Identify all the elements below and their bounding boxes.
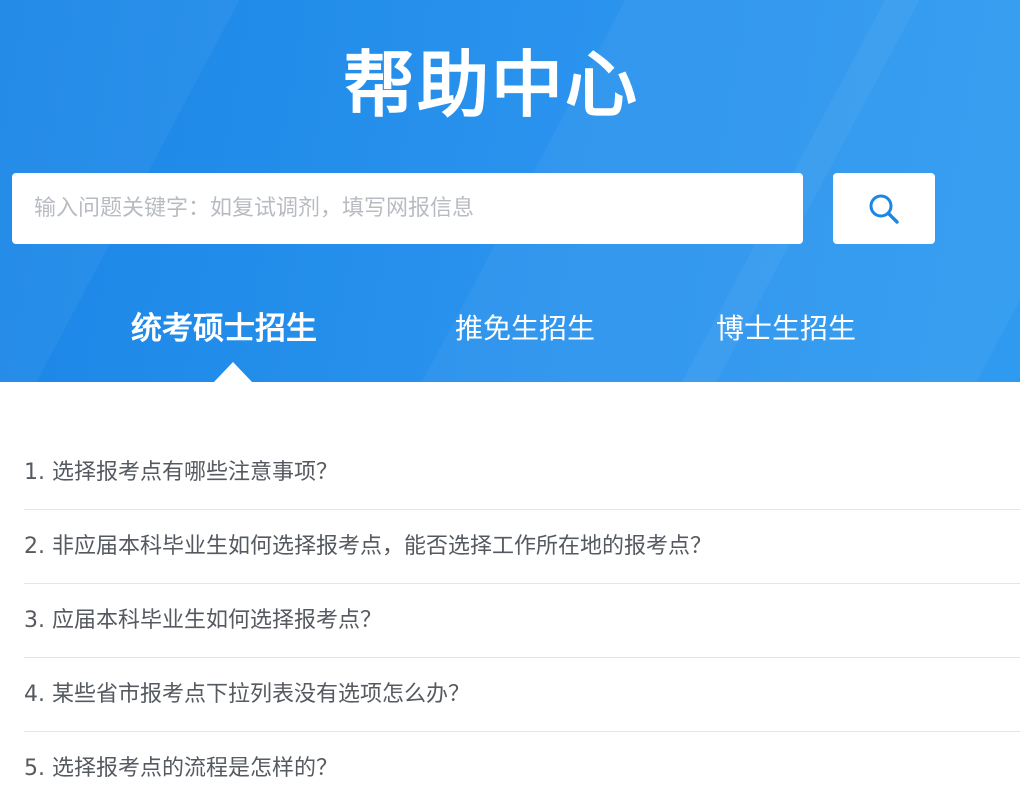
tab-recommended-exempt[interactable]: 推免生招生 (455, 306, 595, 352)
search-icon (869, 194, 899, 224)
faq-item[interactable]: 1. 选择报考点有哪些注意事项？ (24, 436, 1020, 510)
header-banner: 帮助中心 统考硕士招生 推免生招生 博士生招生 (0, 0, 1020, 382)
search-input[interactable] (12, 173, 803, 244)
search-button[interactable] (833, 173, 935, 244)
faq-item[interactable]: 3. 应届本科毕业生如何选择报考点？ (24, 584, 1020, 658)
tab-doctoral[interactable]: 博士生招生 (716, 306, 856, 352)
tab-master-exam[interactable]: 统考硕士招生 (131, 306, 317, 352)
faq-item[interactable]: 4. 某些省市报考点下拉列表没有选项怎么办？ (24, 658, 1020, 732)
active-tab-indicator (213, 362, 253, 382)
faq-list: 1. 选择报考点有哪些注意事项？ 2. 非应届本科毕业生如何选择报考点，能否选择… (24, 436, 1020, 806)
page-title: 帮助中心 (342, 43, 639, 127)
faq-item[interactable]: 2. 非应届本科毕业生如何选择报考点，能否选择工作所在地的报考点？ (24, 510, 1020, 584)
